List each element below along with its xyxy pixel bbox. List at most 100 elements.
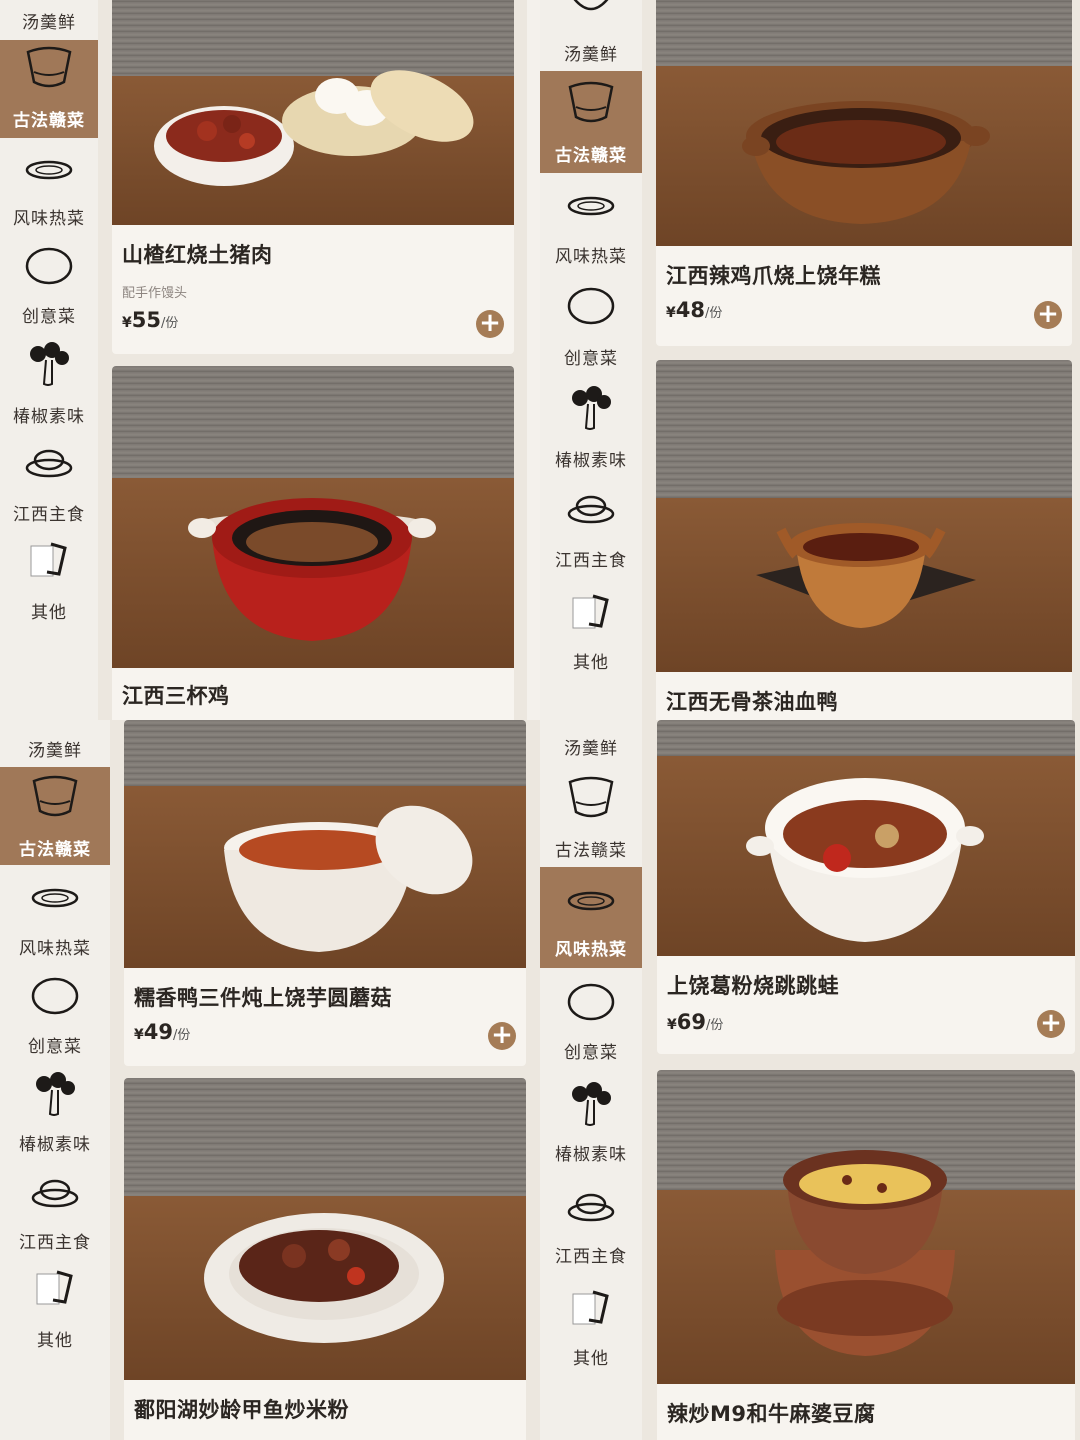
rice-bowl-icon	[567, 495, 615, 524]
clay-pot-icon	[568, 81, 614, 123]
category-label: 江西主食	[19, 1233, 91, 1253]
price-value: 48	[675, 298, 705, 322]
category-ancient-gan[interactable]: 古法赣菜	[0, 767, 110, 865]
menu-card-icon	[572, 594, 609, 629]
currency-symbol: ¥	[667, 1017, 677, 1033]
menu-screen-2: 汤羹鲜 古法赣菜 风味热菜 创意菜 椿椒素味 江西主食 其他 江西辣鸡爪烧上饶年…	[540, 0, 1080, 720]
price-unit: /份	[160, 316, 179, 331]
category-ancient-gan[interactable]: 古法赣菜	[540, 71, 642, 173]
price-unit: /份	[704, 306, 723, 321]
category-vegetarian[interactable]: 椿椒素味	[0, 1070, 110, 1160]
add-to-cart-button[interactable]: +	[476, 310, 504, 338]
currency-symbol: ¥	[134, 1027, 144, 1043]
category-label: 创意菜	[564, 1043, 618, 1063]
dish-name: 鄱阳湖妙龄甲鱼炒米粉	[134, 1398, 349, 1422]
price-value: 49	[143, 1020, 173, 1044]
menu-card-icon	[572, 1290, 609, 1325]
category-sidebar: 汤羹鲜 古法赣菜 风味热菜 创意菜 椿椒素味 江西主食 其他	[0, 720, 110, 1440]
category-ancient-gan[interactable]: 古法赣菜	[540, 770, 642, 866]
category-creative[interactable]: 创意菜	[540, 980, 642, 1070]
category-label: 汤羹鲜	[564, 739, 618, 759]
category-staple[interactable]: 江西主食	[0, 1176, 110, 1266]
dish-card[interactable]: 江西辣鸡爪烧上饶年糕 ¥48/份 +	[656, 0, 1072, 346]
dish-list: 江西辣鸡爪烧上饶年糕 ¥48/份 + 江西无骨茶油血鸭	[656, 0, 1072, 720]
category-label: 古法赣菜	[13, 111, 85, 131]
category-flavor-hot[interactable]: 风味热菜	[540, 867, 642, 968]
price-value: 69	[676, 1010, 706, 1034]
vegetable-icon	[30, 342, 69, 386]
dish-card[interactable]: 糯香鸭三件炖上饶芋圆蘑菇 ¥49/份 +	[124, 720, 526, 1066]
category-label: 椿椒素味	[13, 407, 85, 427]
round-plate-icon	[31, 977, 79, 1015]
dish-name: 江西三杯鸡	[122, 684, 230, 708]
dish-card[interactable]: 江西三杯鸡	[112, 366, 514, 720]
price-unit: /份	[172, 1028, 191, 1043]
category-soup[interactable]: 汤羹鲜	[540, 720, 642, 764]
category-label: 其他	[31, 603, 67, 623]
category-label: 其他	[37, 1331, 73, 1351]
rice-bowl-icon	[25, 449, 73, 478]
category-staple[interactable]: 江西主食	[0, 442, 98, 532]
category-other[interactable]: 其他	[0, 540, 98, 630]
category-other[interactable]: 其他	[0, 1268, 110, 1358]
category-creative[interactable]: 创意菜	[0, 244, 98, 334]
add-to-cart-button[interactable]: +	[1034, 301, 1062, 329]
category-sidebar: 汤羹鲜 古法赣菜 风味热菜 创意菜 椿椒素味 江西主食 其他	[0, 0, 98, 720]
category-label: 风味热菜	[555, 247, 627, 267]
dish-list: 糯香鸭三件炖上饶芋圆蘑菇 ¥49/份 + 鄱阳湖妙龄甲鱼炒米粉	[124, 720, 526, 1440]
dish-list: 上饶葛粉烧跳跳蛙 ¥69/份 + 辣炒M9和牛麻婆豆腐	[657, 720, 1075, 1440]
clay-pot-icon	[32, 775, 78, 817]
plate-icon	[25, 160, 73, 180]
add-to-cart-button[interactable]: +	[1037, 1010, 1065, 1038]
category-label: 椿椒素味	[555, 451, 627, 471]
menu-screen-1: 汤羹鲜 古法赣菜 风味热菜 创意菜 椿椒素味 江西主食 其他 山楂红烧土猪肉 配…	[0, 0, 527, 720]
category-other[interactable]: 其他	[540, 1286, 642, 1376]
category-vegetarian[interactable]: 椿椒素味	[0, 342, 98, 432]
category-label: 其他	[573, 653, 609, 673]
dish-card[interactable]: 鄱阳湖妙龄甲鱼炒米粉	[124, 1078, 526, 1440]
category-sidebar: 汤羹鲜 古法赣菜 风味热菜 创意菜 椿椒素味 江西主食 其他	[540, 0, 642, 720]
category-label: 椿椒素味	[555, 1145, 627, 1165]
dish-card[interactable]: 山楂红烧土猪肉 配手作馒头 ¥55/份 +	[112, 0, 514, 354]
dish-price: ¥69/份	[667, 1010, 723, 1034]
currency-symbol: ¥	[122, 315, 132, 331]
add-to-cart-button[interactable]: +	[488, 1022, 516, 1050]
round-plate-icon	[567, 287, 615, 325]
category-staple[interactable]: 江西主食	[540, 490, 642, 580]
dish-card[interactable]: 上饶葛粉烧跳跳蛙 ¥69/份 +	[657, 720, 1075, 1054]
category-other[interactable]: 其他	[540, 590, 642, 680]
plate-icon	[567, 196, 615, 216]
category-vegetarian[interactable]: 椿椒素味	[540, 1080, 642, 1170]
dish-price: ¥48/份	[666, 298, 722, 322]
dish-photo	[656, 0, 1072, 246]
category-ancient-gan[interactable]: 古法赣菜	[0, 40, 98, 138]
category-soup[interactable]: 汤羹鲜	[0, 720, 110, 766]
category-label: 江西主食	[555, 1247, 627, 1267]
rice-bowl-icon	[31, 1179, 79, 1208]
category-label: 江西主食	[13, 505, 85, 525]
dish-name: 江西辣鸡爪烧上饶年糕	[666, 264, 881, 288]
category-flavor-hot[interactable]: 风味热菜	[0, 884, 110, 974]
category-staple[interactable]: 江西主食	[540, 1188, 642, 1278]
category-label: 风味热菜	[13, 209, 85, 229]
dish-photo	[657, 720, 1075, 956]
category-label: 其他	[573, 1349, 609, 1369]
category-creative[interactable]: 创意菜	[540, 284, 642, 376]
category-soup[interactable]: 汤羹鲜	[540, 0, 642, 70]
clay-pot-icon	[568, 776, 614, 818]
category-vegetarian[interactable]: 椿椒素味	[540, 384, 642, 476]
category-flavor-hot[interactable]: 风味热菜	[0, 150, 98, 240]
dish-photo	[656, 360, 1072, 672]
category-soup[interactable]: 汤羹鲜	[0, 0, 98, 40]
dish-name: 山楂红烧土猪肉	[122, 243, 273, 267]
menu-screen-3: 汤羹鲜 古法赣菜 风味热菜 创意菜 椿椒素味 江西主食 其他 糯香鸭三件炖上饶芋…	[0, 720, 540, 1440]
category-creative[interactable]: 创意菜	[0, 974, 110, 1064]
category-label: 创意菜	[564, 349, 618, 369]
dish-name: 江西无骨茶油血鸭	[666, 690, 838, 714]
dish-card[interactable]: 辣炒M9和牛麻婆豆腐	[657, 1070, 1075, 1440]
dish-card[interactable]: 江西无骨茶油血鸭	[656, 360, 1072, 720]
price-value: 55	[131, 308, 161, 332]
dish-photo	[112, 366, 514, 668]
category-flavor-hot[interactable]: 风味热菜	[540, 190, 642, 280]
vegetable-icon	[572, 1082, 611, 1126]
